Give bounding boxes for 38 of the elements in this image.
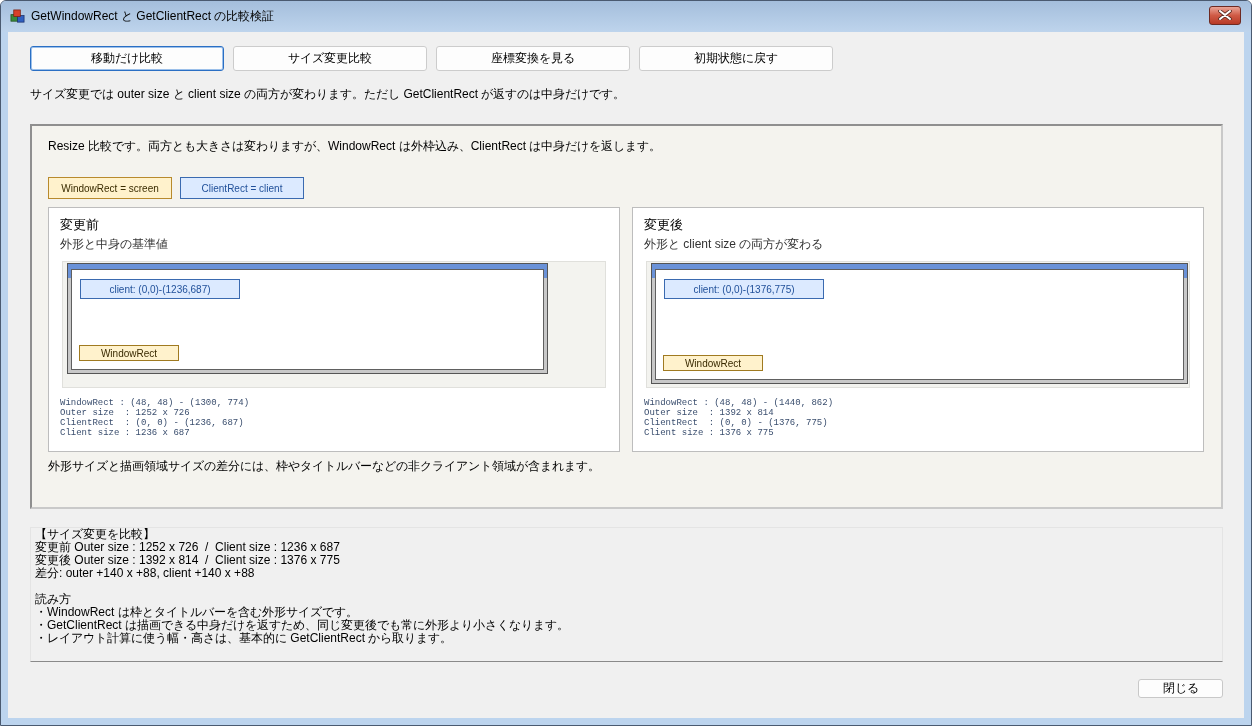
detail-line: ClientRect : (0, 0) - (1236, 687) [60, 418, 245, 428]
toolbar-button[interactable]: 初期状態に戻す [639, 46, 833, 71]
window-rect-label: WindowRect [663, 355, 763, 371]
log-line: 【サイズ変更を比較】 [35, 528, 156, 541]
detail-line: Client size : 1236 x 687 [60, 428, 191, 438]
toolbar-button[interactable]: 移動だけ比較 [30, 46, 224, 71]
close-button[interactable] [1209, 5, 1241, 25]
client-rect-label: client: (0,0)-(1236,687) [80, 279, 240, 299]
footnote-text: 外形サイズと描画領域サイズの差分には、枠やタイトルバーなどの非クライアント領域が含まれます。 [48, 459, 601, 474]
legend-chip: ClientRect = client [180, 177, 304, 199]
card-subtitle: 外形と client size の両方が変わる [644, 237, 825, 252]
window-rect-label: WindowRect [79, 345, 179, 361]
log-line: 差分: outer +140 x +88, client +140 x +88 [35, 567, 256, 580]
blocks-icon [10, 9, 25, 24]
card-subtitle: 外形と中身の基準値 [60, 237, 169, 252]
detail-line: ClientRect : (0, 0) - (1376, 775) [644, 418, 829, 428]
log-line: 読み方 [35, 593, 72, 606]
toolbar-button[interactable]: サイズ変更比較 [233, 46, 427, 71]
close-dialog-button[interactable]: 閉じる [1138, 679, 1223, 698]
log-line: ・レイアウト計算に使う幅・高さは、基本的に GetClientRect から取ります。 [35, 632, 453, 645]
log-line: ・WindowRect は枠とタイトルバーを含む外形サイズです。 [35, 606, 359, 619]
log-line: 変更前 Outer size : 1252 x 726 / Client size : 1236 x 687 [35, 541, 341, 554]
log-line: ・GetClientRect は描画できる中身だけを返すため、同じ変更後でも常に外形より小さくなります。 [35, 619, 571, 632]
toolbar-button[interactable]: 座標変換を見る [436, 46, 630, 71]
detail-line: Client size : 1376 x 775 [644, 428, 775, 438]
description-text: サイズ変更では outer size と client size の両方が変わります。ただし GetClientRect が返すのは中身だけです。 [30, 87, 627, 101]
client-rect-label: client: (0,0)-(1376,775) [664, 279, 824, 299]
close-icon [1218, 10, 1232, 20]
detail-line: WindowRect : (48, 48) - (1300, 774) [60, 398, 251, 408]
detail-line: WindowRect : (48, 48) - (1440, 862) [644, 398, 835, 408]
window-title: GetWindowRect と GetClientRect の比較検証 [31, 8, 276, 25]
card-title: 変更前 [60, 217, 100, 233]
log-line: 変更後 Outer size : 1392 x 814 / Client size : 1376 x 775 [35, 554, 341, 567]
intro-text: Resize 比較です。両方とも大きさは変わりますが、WindowRect は外枠込み、ClientRect は中身だけを返します。 [48, 138, 663, 154]
detail-line: Outer size : 1392 x 814 [644, 408, 775, 418]
legend-chip: WindowRect = screen [48, 177, 172, 199]
card-title: 変更後 [644, 217, 684, 233]
detail-line: Outer size : 1252 x 726 [60, 408, 191, 418]
